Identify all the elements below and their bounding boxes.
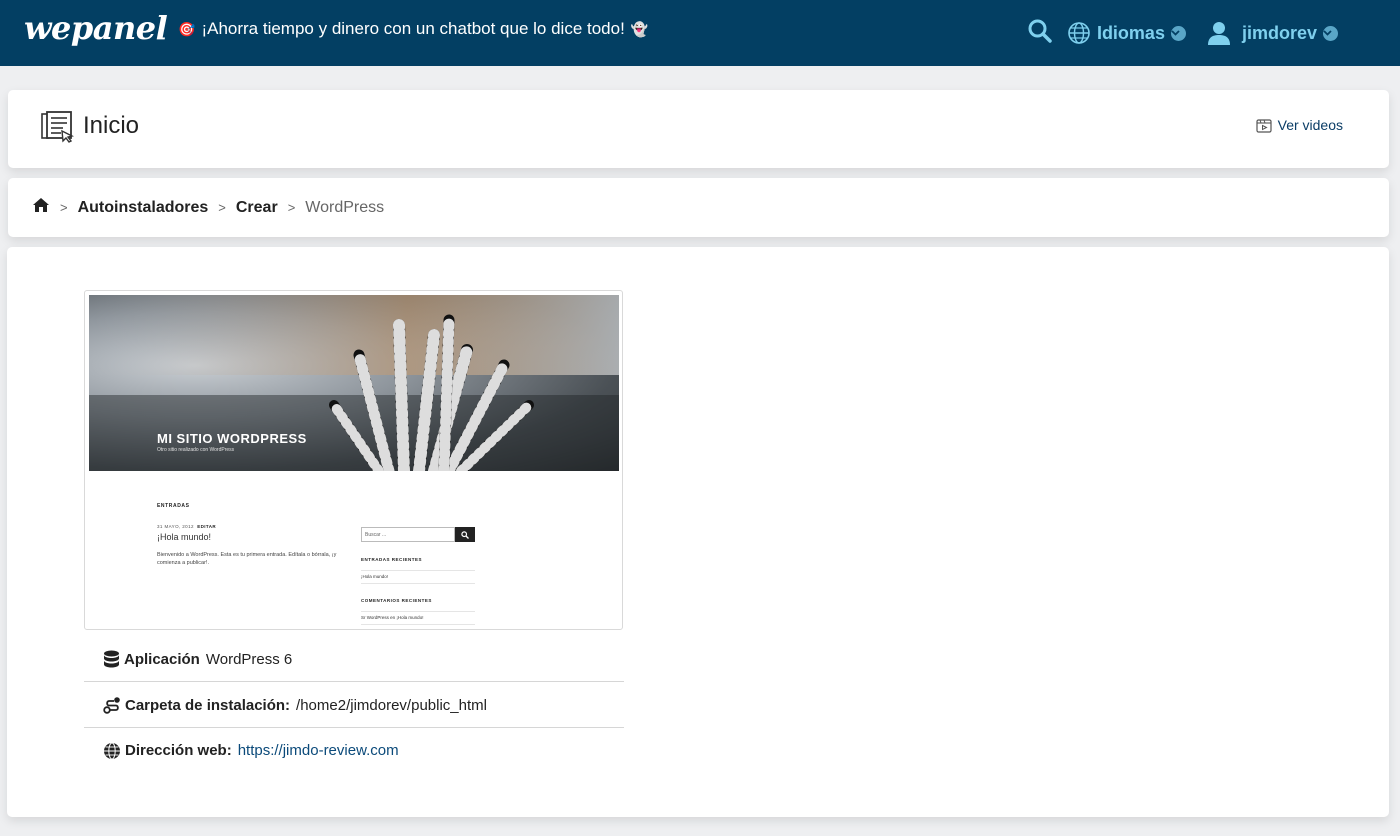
wp-section-label: ENTRADAS	[157, 503, 190, 509]
application-value: WordPress 6	[205, 650, 293, 668]
document-icon	[41, 111, 75, 148]
wp-search-button	[455, 527, 475, 542]
breadcrumb-separator: >	[218, 200, 226, 215]
main-content-card: MI SITIO WORDPRESS Otro sitio realizado …	[7, 247, 1389, 817]
page-title: Inicio	[83, 112, 140, 139]
page-header-card: Inicio Ver videos	[8, 90, 1389, 168]
wp-site-subtitle: Otro sitio realizado con WordPress	[157, 447, 235, 453]
search-icon[interactable]	[1027, 18, 1053, 49]
info-row-application: Aplicación WordPress 6	[84, 637, 624, 682]
folder-value: /home2/jimdorev/public_html	[296, 696, 487, 714]
wp-recent-posts-title: ENTRADAS RECIENTES	[361, 557, 423, 562]
breadcrumb-autoinstaladores[interactable]: Autoinstaladores	[78, 199, 209, 217]
search-icon	[461, 530, 469, 539]
chevron-down-icon	[1323, 25, 1338, 41]
wp-post-meta: 31 MAYO, 2012 EDITAR	[157, 524, 216, 529]
videos-link[interactable]: Ver videos	[1256, 117, 1343, 133]
wepanel-logo[interactable]: wepanel	[24, 9, 168, 47]
breadcrumb-separator: >	[60, 200, 68, 215]
wp-post-excerpt: Bienvenido a WordPress. Esta es tu prime…	[157, 552, 337, 566]
web-address-label: Dirección web:	[125, 742, 232, 759]
breadcrumb: > Autoinstaladores > Crear > WordPress	[8, 178, 1389, 237]
user-menu[interactable]: jimdorev	[1206, 20, 1338, 46]
user-icon	[1207, 22, 1230, 45]
wp-divider	[361, 570, 475, 571]
chevron-down-icon	[1170, 25, 1186, 41]
route-icon	[103, 697, 120, 714]
username-label: jimdorev	[1241, 22, 1317, 43]
wp-recent-comments-title: COMENTARIOS RECIENTES	[361, 598, 432, 603]
wp-search-input: Buscar ...	[361, 527, 455, 542]
info-row-web-address: Dirección web: https://jimdo-review.com	[84, 728, 624, 773]
top-navbar: wepanel 🎯 ¡Ahorra tiempo y dinero con un…	[0, 0, 1400, 66]
languages-dropdown[interactable]: Idiomas	[1067, 21, 1186, 45]
wp-recent-post-item: ¡Hola mundo!	[361, 574, 389, 579]
breadcrumb-current: WordPress	[305, 198, 385, 216]
wp-divider	[361, 583, 475, 584]
folder-label: Carpeta de instalación:	[125, 696, 291, 714]
languages-label: Idiomas	[1096, 22, 1165, 43]
video-icon	[1256, 118, 1272, 133]
wp-site-title: MI SITIO WORDPRESS	[157, 431, 307, 446]
database-icon	[104, 650, 119, 668]
breadcrumb-crear[interactable]: Crear	[236, 199, 278, 217]
web-address-link[interactable]: https://jimdo-review.com	[238, 742, 399, 759]
wp-divider	[361, 611, 475, 612]
globe-icon	[1068, 22, 1090, 44]
promo-banner[interactable]: 🎯 ¡Ahorra tiempo y dinero con un chatbot…	[178, 19, 648, 39]
wp-post-edit: EDITAR	[197, 524, 217, 529]
wp-recent-comment-item: Sr WordPress en ¡Hola mundo!	[361, 615, 424, 620]
wp-divider	[361, 624, 475, 625]
wordpress-preview: MI SITIO WORDPRESS Otro sitio realizado …	[84, 290, 623, 630]
videos-label: Ver videos	[1277, 117, 1343, 133]
wp-post-date: 31 MAYO, 2012	[157, 524, 194, 529]
home-icon[interactable]	[32, 197, 50, 218]
breadcrumb-separator: >	[287, 200, 296, 215]
wp-hero-image: MI SITIO WORDPRESS Otro sitio realizado …	[89, 295, 619, 471]
promo-text[interactable]: ¡Ahorra tiempo y dinero con un chatbot q…	[201, 19, 624, 39]
application-label: Aplicación	[124, 650, 200, 668]
dart-icon: 🎯	[178, 20, 196, 37]
wp-post-title: ¡Hola mundo!	[157, 532, 212, 542]
info-row-folder: Carpeta de instalación: /home2/jimdorev/…	[84, 683, 624, 728]
ghost-icon: 👻	[630, 20, 649, 37]
globe-icon	[104, 742, 120, 759]
